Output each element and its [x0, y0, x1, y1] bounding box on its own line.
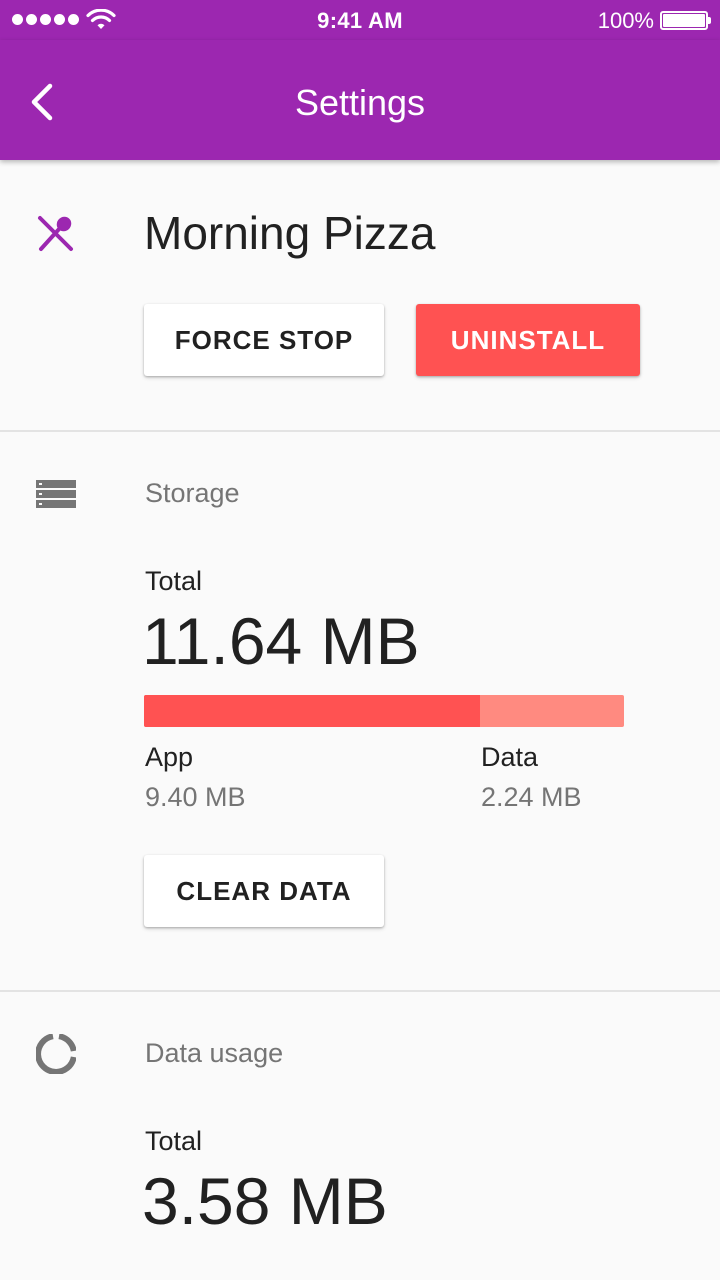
storage-total-value: 11.64 MB [142, 604, 420, 678]
storage-icon [36, 480, 76, 508]
uninstall-button[interactable]: UNINSTALL [416, 304, 640, 376]
storage-app-value: 9.40 MB [145, 782, 246, 812]
battery-icon [660, 11, 711, 30]
data-usage-icon [36, 1034, 76, 1074]
fork-spoon-icon [38, 216, 73, 251]
storage-usage-bar [144, 695, 624, 727]
app-name: Morning Pizza [144, 207, 436, 259]
app-bar: Settings [0, 40, 720, 160]
status-bar: 9:41 AM 100% [0, 0, 720, 40]
data-usage-title: Data usage [145, 1038, 284, 1068]
storage-total-label: Total [145, 566, 203, 596]
data-usage-total-label: Total [145, 1126, 203, 1156]
battery-percent: 100% [597, 8, 654, 33]
page-title: Settings [294, 82, 426, 123]
app-info-section [0, 160, 720, 430]
data-usage-total-value: 3.58 MB [142, 1164, 388, 1238]
storage-app-label: App [145, 742, 194, 772]
storage-data-label: Data [481, 742, 539, 772]
storage-app-fill [144, 695, 480, 727]
divider [0, 430, 720, 432]
force-stop-button[interactable]: FORCE STOP [144, 304, 384, 376]
divider [0, 990, 720, 992]
storage-data-value: 2.24 MB [481, 782, 582, 812]
clear-data-button[interactable]: CLEAR DATA [144, 855, 384, 927]
storage-title: Storage [145, 478, 240, 508]
